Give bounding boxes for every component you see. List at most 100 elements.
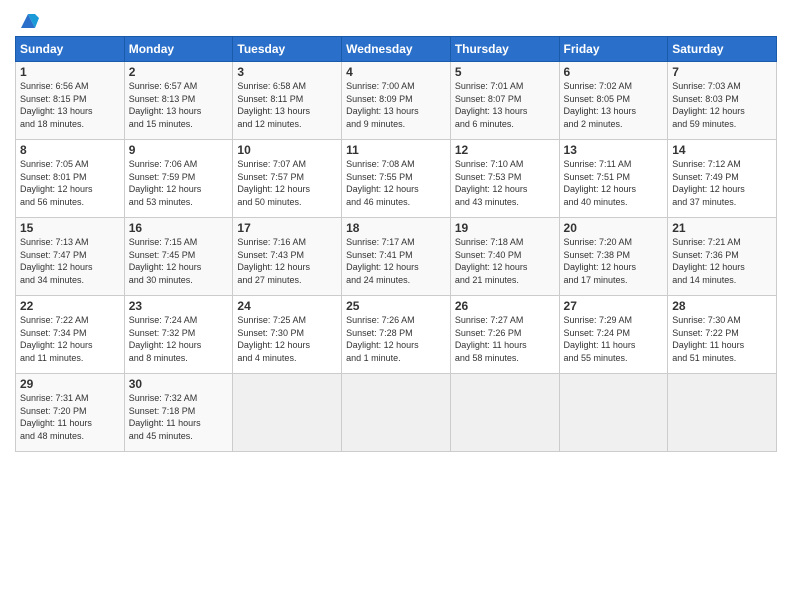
calendar-cell-1-5: 13Sunrise: 7:11 AM Sunset: 7:51 PM Dayli… (559, 140, 668, 218)
calendar-cell-0-4: 5Sunrise: 7:01 AM Sunset: 8:07 PM Daylig… (450, 62, 559, 140)
day-number: 13 (564, 143, 664, 157)
day-info: Sunrise: 7:22 AM Sunset: 7:34 PM Dayligh… (20, 314, 120, 364)
day-info: Sunrise: 7:02 AM Sunset: 8:05 PM Dayligh… (564, 80, 664, 130)
day-info: Sunrise: 7:18 AM Sunset: 7:40 PM Dayligh… (455, 236, 555, 286)
calendar-cell-3-0: 22Sunrise: 7:22 AM Sunset: 7:34 PM Dayli… (16, 296, 125, 374)
day-number: 12 (455, 143, 555, 157)
calendar-cell-1-2: 10Sunrise: 7:07 AM Sunset: 7:57 PM Dayli… (233, 140, 342, 218)
calendar-body: 1Sunrise: 6:56 AM Sunset: 8:15 PM Daylig… (16, 62, 777, 452)
calendar-cell-0-2: 3Sunrise: 6:58 AM Sunset: 8:11 PM Daylig… (233, 62, 342, 140)
calendar-cell-4-2 (233, 374, 342, 452)
day-info: Sunrise: 7:31 AM Sunset: 7:20 PM Dayligh… (20, 392, 120, 442)
calendar-table: SundayMondayTuesdayWednesdayThursdayFrid… (15, 36, 777, 452)
calendar-cell-2-3: 18Sunrise: 7:17 AM Sunset: 7:41 PM Dayli… (342, 218, 451, 296)
calendar-cell-2-2: 17Sunrise: 7:16 AM Sunset: 7:43 PM Dayli… (233, 218, 342, 296)
day-info: Sunrise: 7:03 AM Sunset: 8:03 PM Dayligh… (672, 80, 772, 130)
day-info: Sunrise: 7:26 AM Sunset: 7:28 PM Dayligh… (346, 314, 446, 364)
calendar-cell-0-5: 6Sunrise: 7:02 AM Sunset: 8:05 PM Daylig… (559, 62, 668, 140)
day-info: Sunrise: 7:21 AM Sunset: 7:36 PM Dayligh… (672, 236, 772, 286)
calendar-cell-4-4 (450, 374, 559, 452)
calendar-header-friday: Friday (559, 37, 668, 62)
day-info: Sunrise: 7:06 AM Sunset: 7:59 PM Dayligh… (129, 158, 229, 208)
day-number: 17 (237, 221, 337, 235)
day-number: 3 (237, 65, 337, 79)
day-number: 1 (20, 65, 120, 79)
day-number: 4 (346, 65, 446, 79)
day-info: Sunrise: 7:12 AM Sunset: 7:49 PM Dayligh… (672, 158, 772, 208)
day-info: Sunrise: 7:13 AM Sunset: 7:47 PM Dayligh… (20, 236, 120, 286)
day-number: 6 (564, 65, 664, 79)
calendar-week-4: 29Sunrise: 7:31 AM Sunset: 7:20 PM Dayli… (16, 374, 777, 452)
day-number: 28 (672, 299, 772, 313)
day-info: Sunrise: 6:57 AM Sunset: 8:13 PM Dayligh… (129, 80, 229, 130)
day-number: 15 (20, 221, 120, 235)
calendar-week-3: 22Sunrise: 7:22 AM Sunset: 7:34 PM Dayli… (16, 296, 777, 374)
calendar-week-2: 15Sunrise: 7:13 AM Sunset: 7:47 PM Dayli… (16, 218, 777, 296)
calendar-cell-2-5: 20Sunrise: 7:20 AM Sunset: 7:38 PM Dayli… (559, 218, 668, 296)
calendar-cell-3-2: 24Sunrise: 7:25 AM Sunset: 7:30 PM Dayli… (233, 296, 342, 374)
calendar-cell-0-3: 4Sunrise: 7:00 AM Sunset: 8:09 PM Daylig… (342, 62, 451, 140)
calendar-cell-3-5: 27Sunrise: 7:29 AM Sunset: 7:24 PM Dayli… (559, 296, 668, 374)
day-info: Sunrise: 7:07 AM Sunset: 7:57 PM Dayligh… (237, 158, 337, 208)
calendar-week-0: 1Sunrise: 6:56 AM Sunset: 8:15 PM Daylig… (16, 62, 777, 140)
calendar-cell-3-4: 26Sunrise: 7:27 AM Sunset: 7:26 PM Dayli… (450, 296, 559, 374)
logo (15, 14, 39, 30)
calendar-cell-2-0: 15Sunrise: 7:13 AM Sunset: 7:47 PM Dayli… (16, 218, 125, 296)
day-number: 21 (672, 221, 772, 235)
day-info: Sunrise: 7:15 AM Sunset: 7:45 PM Dayligh… (129, 236, 229, 286)
calendar-cell-1-6: 14Sunrise: 7:12 AM Sunset: 7:49 PM Dayli… (668, 140, 777, 218)
calendar-header-row: SundayMondayTuesdayWednesdayThursdayFrid… (16, 37, 777, 62)
day-number: 24 (237, 299, 337, 313)
day-info: Sunrise: 7:11 AM Sunset: 7:51 PM Dayligh… (564, 158, 664, 208)
day-number: 30 (129, 377, 229, 391)
calendar-header-sunday: Sunday (16, 37, 125, 62)
day-info: Sunrise: 7:25 AM Sunset: 7:30 PM Dayligh… (237, 314, 337, 364)
day-number: 11 (346, 143, 446, 157)
calendar-cell-2-4: 19Sunrise: 7:18 AM Sunset: 7:40 PM Dayli… (450, 218, 559, 296)
calendar-cell-1-1: 9Sunrise: 7:06 AM Sunset: 7:59 PM Daylig… (124, 140, 233, 218)
day-info: Sunrise: 7:27 AM Sunset: 7:26 PM Dayligh… (455, 314, 555, 364)
day-info: Sunrise: 6:56 AM Sunset: 8:15 PM Dayligh… (20, 80, 120, 130)
calendar-header-saturday: Saturday (668, 37, 777, 62)
day-number: 23 (129, 299, 229, 313)
day-info: Sunrise: 7:00 AM Sunset: 8:09 PM Dayligh… (346, 80, 446, 130)
day-info: Sunrise: 7:29 AM Sunset: 7:24 PM Dayligh… (564, 314, 664, 364)
calendar-cell-4-0: 29Sunrise: 7:31 AM Sunset: 7:20 PM Dayli… (16, 374, 125, 452)
day-number: 16 (129, 221, 229, 235)
day-info: Sunrise: 7:17 AM Sunset: 7:41 PM Dayligh… (346, 236, 446, 286)
calendar-cell-0-0: 1Sunrise: 6:56 AM Sunset: 8:15 PM Daylig… (16, 62, 125, 140)
calendar-cell-4-5 (559, 374, 668, 452)
calendar-cell-4-3 (342, 374, 451, 452)
calendar-cell-3-6: 28Sunrise: 7:30 AM Sunset: 7:22 PM Dayli… (668, 296, 777, 374)
logo-icon (17, 10, 39, 32)
day-info: Sunrise: 7:30 AM Sunset: 7:22 PM Dayligh… (672, 314, 772, 364)
calendar-week-1: 8Sunrise: 7:05 AM Sunset: 8:01 PM Daylig… (16, 140, 777, 218)
calendar-cell-2-6: 21Sunrise: 7:21 AM Sunset: 7:36 PM Dayli… (668, 218, 777, 296)
day-info: Sunrise: 7:20 AM Sunset: 7:38 PM Dayligh… (564, 236, 664, 286)
day-number: 8 (20, 143, 120, 157)
day-number: 20 (564, 221, 664, 235)
day-number: 26 (455, 299, 555, 313)
day-number: 27 (564, 299, 664, 313)
day-info: Sunrise: 7:05 AM Sunset: 8:01 PM Dayligh… (20, 158, 120, 208)
day-info: Sunrise: 7:32 AM Sunset: 7:18 PM Dayligh… (129, 392, 229, 442)
header (15, 10, 777, 30)
calendar-cell-1-3: 11Sunrise: 7:08 AM Sunset: 7:55 PM Dayli… (342, 140, 451, 218)
day-info: Sunrise: 7:16 AM Sunset: 7:43 PM Dayligh… (237, 236, 337, 286)
page-container: SundayMondayTuesdayWednesdayThursdayFrid… (0, 0, 792, 462)
calendar-cell-1-0: 8Sunrise: 7:05 AM Sunset: 8:01 PM Daylig… (16, 140, 125, 218)
day-number: 19 (455, 221, 555, 235)
day-info: Sunrise: 7:01 AM Sunset: 8:07 PM Dayligh… (455, 80, 555, 130)
calendar-cell-1-4: 12Sunrise: 7:10 AM Sunset: 7:53 PM Dayli… (450, 140, 559, 218)
calendar-cell-4-6 (668, 374, 777, 452)
day-number: 2 (129, 65, 229, 79)
calendar-cell-2-1: 16Sunrise: 7:15 AM Sunset: 7:45 PM Dayli… (124, 218, 233, 296)
calendar-header-tuesday: Tuesday (233, 37, 342, 62)
day-number: 9 (129, 143, 229, 157)
calendar-cell-4-1: 30Sunrise: 7:32 AM Sunset: 7:18 PM Dayli… (124, 374, 233, 452)
calendar-cell-3-3: 25Sunrise: 7:26 AM Sunset: 7:28 PM Dayli… (342, 296, 451, 374)
calendar-header-monday: Monday (124, 37, 233, 62)
day-number: 14 (672, 143, 772, 157)
day-number: 18 (346, 221, 446, 235)
calendar-cell-0-6: 7Sunrise: 7:03 AM Sunset: 8:03 PM Daylig… (668, 62, 777, 140)
